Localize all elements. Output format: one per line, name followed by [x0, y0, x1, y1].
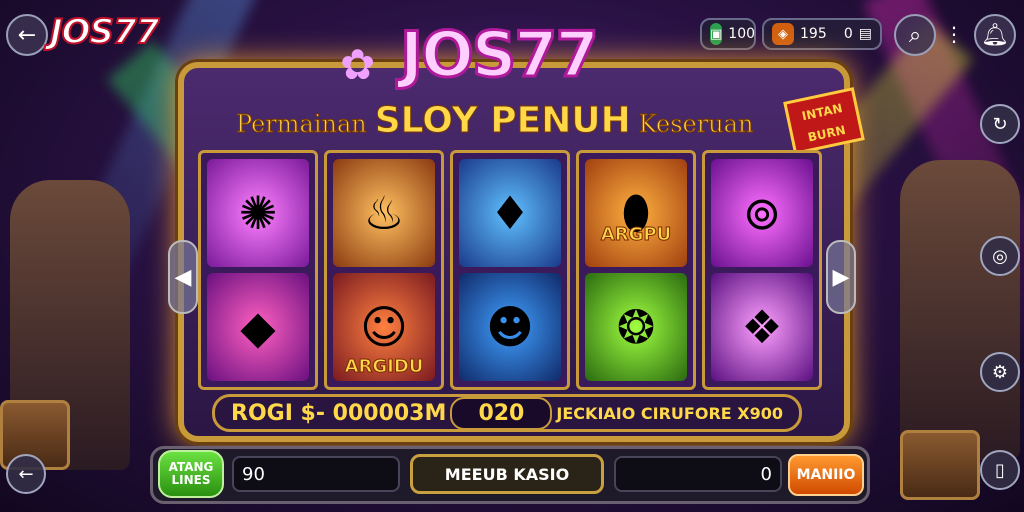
refresh-button[interactable]: ↻: [980, 104, 1020, 144]
auto-lines-button[interactable]: ATANG LINES: [158, 450, 224, 498]
more-menu-icon[interactable]: ⋮: [944, 22, 964, 46]
reel: ⊚ ❖: [702, 150, 822, 390]
back-button[interactable]: ←: [6, 14, 48, 56]
balance-pill-b[interactable]: ◈ 195 0 ▤: [762, 18, 882, 50]
lantern-symbol: ◆: [207, 273, 309, 381]
target-button[interactable]: ◎: [980, 236, 1020, 276]
settings-button[interactable]: ⚙: [980, 352, 1020, 392]
mid-action-button[interactable]: MEEUB KASIO: [410, 454, 604, 494]
gem-flower-symbol: ✺: [207, 159, 309, 267]
game-subtitle: Permainan SLOY PENUH Keseruan: [236, 100, 754, 142]
chevron-left-icon: ◀: [174, 264, 192, 290]
book-icon: ▯: [995, 459, 1005, 481]
game-title: JOS77: [399, 17, 601, 93]
search-button[interactable]: ⌕: [894, 14, 936, 56]
reel: ♨ ☺ ARGIDU: [324, 150, 444, 390]
balance-pill-a[interactable]: ▣ 100: [700, 18, 756, 50]
prev-arrow-button[interactable]: ◀: [168, 240, 198, 314]
lamp-symbol: ♨: [333, 159, 435, 267]
chest-icon: ▤: [858, 26, 872, 42]
book-button[interactable]: ▯: [980, 450, 1020, 490]
next-arrow-button[interactable]: ▶: [826, 240, 856, 314]
arrow-left-icon: ←: [17, 22, 37, 48]
chevron-right-icon: ▶: [832, 264, 850, 290]
info-mid: 020: [450, 396, 553, 430]
wallet-icon: ▣: [710, 23, 723, 45]
spin-button[interactable]: MANIIO: [788, 454, 864, 496]
spinning-top-symbol: ❂: [585, 273, 687, 381]
player-figure-right: [900, 160, 1020, 460]
bet-field[interactable]: 90: [232, 456, 400, 492]
info-bar: ROGI $- 000003M 020 JECKIAIO CIRUFORE X9…: [212, 394, 802, 432]
reel-grid: ✺ ◆ ♨ ☺ ARGIDU ♦ ☻ ⬮ ARGPU ❂ ⊚ ❖: [198, 150, 822, 390]
notification-button[interactable]: 🔔︎: [974, 14, 1016, 56]
info-left: ROGI $- 000003M: [231, 400, 447, 426]
twins-symbol: ♦: [459, 159, 561, 267]
reel: ✺ ◆: [198, 150, 318, 390]
gear-icon: ⚙: [991, 361, 1009, 383]
reel: ♦ ☻: [450, 150, 570, 390]
win-field: 0: [614, 456, 782, 492]
warrior-symbol: ☻: [459, 273, 561, 381]
amulet-symbol: ❖: [711, 273, 813, 381]
jewel-symbol: ⬮ ARGPU: [585, 159, 687, 267]
info-right: JECKIAIO CIRUFORE X900: [556, 403, 783, 423]
hero-symbol: ☺ ARGIDU: [333, 273, 435, 381]
app-logo: JOS77: [49, 11, 160, 53]
arrow-left-icon: ←: [18, 463, 34, 485]
target-icon: ◎: [992, 245, 1008, 267]
flower-icon: ✿: [340, 40, 376, 89]
back-bottom-button[interactable]: ←: [6, 454, 46, 494]
barrel: [900, 430, 980, 500]
bell-icon: 🔔︎: [981, 22, 1009, 48]
reel: ⬮ ARGPU ❂: [576, 150, 696, 390]
search-icon: ⌕: [908, 22, 922, 48]
refresh-icon: ↻: [992, 113, 1008, 135]
coin-icon: ◈: [772, 23, 794, 45]
scroll-symbol: ⊚: [711, 159, 813, 267]
